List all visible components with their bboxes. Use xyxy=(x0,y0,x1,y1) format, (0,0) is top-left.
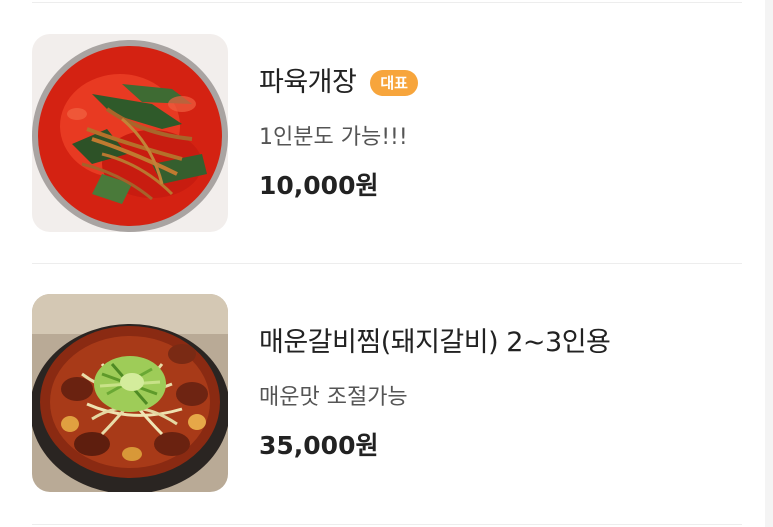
menu-item-description: 1인분도 가능!!! xyxy=(259,125,408,150)
menu-item-name: 매운갈비찜(돼지갈비) 2~3인용 xyxy=(259,327,611,358)
yukgaejang-photo-icon xyxy=(32,34,228,232)
title-row: 파육개장 대표 xyxy=(259,66,418,100)
divider xyxy=(32,524,742,525)
menu-item-galbijjim[interactable]: 매운갈비찜(돼지갈비) 2~3인용 매운맛 조절가능 35,000원 xyxy=(0,294,773,494)
menu-list-screen: 파육개장 대표 1인분도 가능!!! 10,000원 매운갈비찜(돼지갈비) 2… xyxy=(0,0,773,527)
divider xyxy=(32,263,742,264)
menu-item-price: 35,000원 xyxy=(259,431,379,460)
divider xyxy=(32,2,742,3)
menu-item-price: 10,000원 xyxy=(259,171,379,200)
signature-badge: 대표 xyxy=(370,70,418,96)
menu-item-description: 매운맛 조절가능 xyxy=(259,385,408,410)
galbijjim-photo-icon xyxy=(32,294,228,492)
scroll-edge xyxy=(765,0,773,527)
title-row: 매운갈비찜(돼지갈비) 2~3인용 xyxy=(259,326,611,360)
menu-item-name: 파육개장 xyxy=(259,67,357,98)
menu-item-yukgaejang[interactable]: 파육개장 대표 1인분도 가능!!! 10,000원 xyxy=(0,34,773,234)
